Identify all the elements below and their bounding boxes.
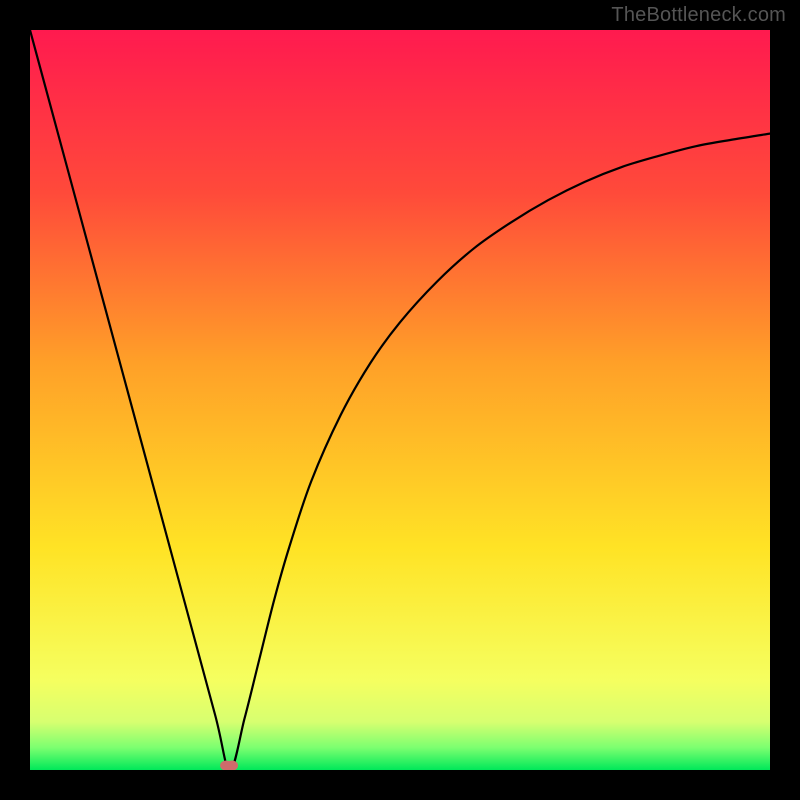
chart-frame: TheBottleneck.com [0, 0, 800, 800]
plot-area [30, 30, 770, 770]
marker-group [220, 761, 238, 770]
gradient-background [30, 30, 770, 770]
watermark-text: TheBottleneck.com [611, 4, 786, 27]
chart-svg [30, 30, 770, 770]
